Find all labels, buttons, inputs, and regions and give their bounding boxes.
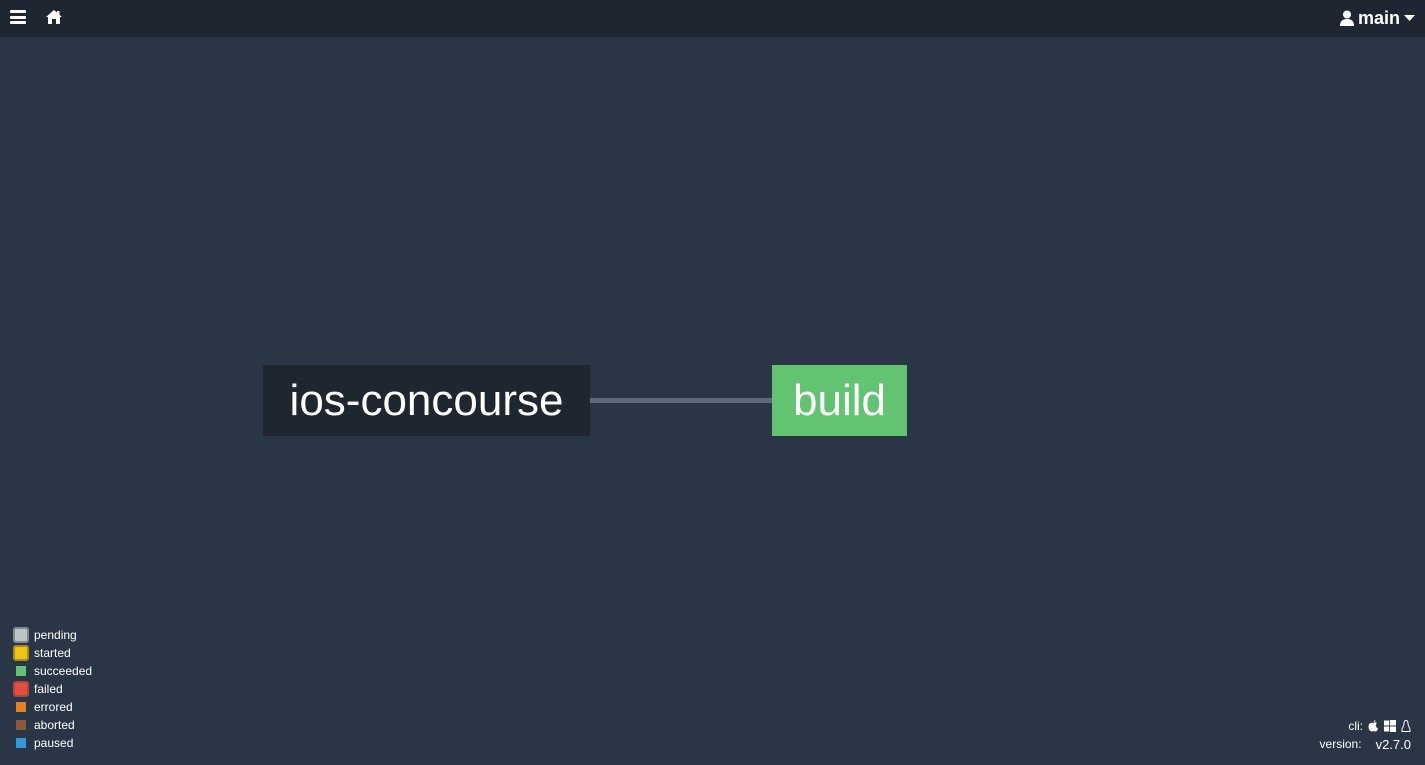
- resource-node[interactable]: ios-concourse: [263, 365, 590, 436]
- legend-label: paused: [34, 736, 74, 750]
- legend-item-aborted: aborted: [10, 716, 92, 734]
- legend-item-pending: pending: [10, 626, 92, 644]
- version-value: v2.7.0: [1375, 736, 1411, 752]
- status-legend: pending started succeeded failed errored abor…: [10, 626, 92, 752]
- windows-icon[interactable]: [1384, 720, 1396, 732]
- linux-icon[interactable]: [1401, 719, 1411, 733]
- legend-label: pending: [34, 628, 77, 642]
- resource-name: ios-concourse: [289, 375, 564, 425]
- cli-info: cli: version: v2.7.0: [1320, 717, 1411, 753]
- legend-label: succeeded: [34, 664, 93, 678]
- legend-swatch-wrap: [10, 698, 32, 716]
- pipeline-edge: [590, 398, 772, 403]
- legend-item-failed: failed: [10, 680, 92, 698]
- version-label: version:: [1319, 737, 1362, 751]
- legend-swatch-wrap: [10, 662, 32, 680]
- legend-swatch-succeeded: [16, 666, 26, 676]
- legend-label: failed: [34, 682, 63, 696]
- pipeline-graph: ios-concourse build: [0, 0, 1425, 728]
- legend-swatch-pending: [13, 627, 29, 643]
- legend-swatch-paused: [16, 738, 26, 748]
- legend-swatch-aborted: [16, 720, 26, 730]
- legend-item-errored: errored: [10, 698, 92, 716]
- legend-item-succeeded: succeeded: [10, 662, 92, 680]
- legend-swatch-started: [13, 645, 29, 661]
- legend-label: started: [34, 646, 71, 660]
- job-name: build: [793, 375, 886, 425]
- legend-swatch-wrap: [10, 644, 32, 662]
- job-node[interactable]: build: [772, 365, 907, 436]
- legend-label: errored: [34, 700, 73, 714]
- cli-label: cli:: [1348, 719, 1363, 733]
- legend-swatch-errored: [16, 702, 26, 712]
- legend-swatch-wrap: [10, 626, 32, 644]
- legend-item-paused: paused: [10, 734, 92, 752]
- legend-item-started: started: [10, 644, 92, 662]
- legend-label: aborted: [34, 718, 75, 732]
- legend-swatch-failed: [13, 681, 29, 697]
- apple-icon[interactable]: [1368, 720, 1379, 732]
- legend-swatch-wrap: [10, 734, 32, 752]
- legend-swatch-wrap: [10, 680, 32, 698]
- legend-swatch-wrap: [10, 716, 32, 734]
